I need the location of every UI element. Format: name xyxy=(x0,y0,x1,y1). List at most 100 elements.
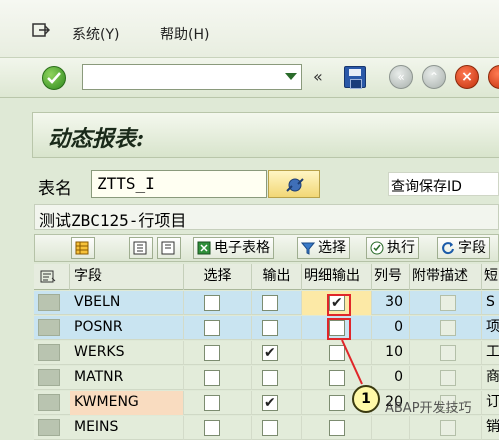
select-checkbox[interactable] xyxy=(204,320,220,336)
output-checkbox[interactable] xyxy=(262,420,278,436)
attach-desc-checkbox xyxy=(440,320,456,336)
table-row: WERKS 10 工 xyxy=(34,341,499,365)
output-checkbox[interactable] xyxy=(262,370,278,386)
field-button[interactable]: 字段 xyxy=(437,237,490,259)
chevron-down-icon[interactable] xyxy=(285,73,297,80)
output-cell xyxy=(252,291,302,315)
menu-bar: 系统(Y) 帮助(H) xyxy=(0,0,499,58)
select-checkbox[interactable] xyxy=(204,295,220,311)
refresh-icon xyxy=(442,242,454,255)
attach-desc-cell xyxy=(410,316,482,340)
short-desc-cell: 销 xyxy=(482,416,499,440)
output-cell xyxy=(252,391,302,415)
column-settings-icon[interactable] xyxy=(34,264,70,290)
layout-grid-button[interactable] xyxy=(71,237,95,259)
col-header-column-no[interactable]: 列号 xyxy=(372,264,410,290)
output-cell xyxy=(252,316,302,340)
select-checkbox[interactable] xyxy=(204,345,220,361)
spreadsheet-button[interactable]: 电子表格 xyxy=(193,237,274,259)
more-icon[interactable] xyxy=(488,65,499,89)
save-icon[interactable] xyxy=(344,66,366,89)
menu-system[interactable]: 系统(Y) xyxy=(72,24,119,44)
col-header-detail-output[interactable]: 明细输出 xyxy=(302,264,372,290)
excel-icon xyxy=(197,241,211,255)
back-icon[interactable]: « xyxy=(389,65,413,89)
table-toolbar: 电子表格 选择 执行 字段 xyxy=(34,234,499,262)
select-checkbox[interactable] xyxy=(204,395,220,411)
field-name-cell: MEINS xyxy=(70,416,184,440)
menu-help[interactable]: 帮助(H) xyxy=(160,24,209,44)
column-no-cell[interactable]: 0 xyxy=(372,366,410,390)
col-header-attach-desc[interactable]: 附带描述 xyxy=(410,264,482,290)
output-checkbox[interactable] xyxy=(262,320,278,336)
deselect-all-button[interactable] xyxy=(157,237,181,259)
short-desc-cell: 商 xyxy=(482,366,499,390)
column-no-cell[interactable]: 30 xyxy=(372,291,410,315)
grid-icon xyxy=(75,241,89,255)
short-desc-cell: 项 xyxy=(482,316,499,340)
menu-exit-icon[interactable] xyxy=(32,22,50,38)
select-all-icon xyxy=(133,241,147,255)
field-name-cell: WERKS xyxy=(70,341,184,365)
select-cell xyxy=(184,291,252,315)
short-desc-cell: 订 xyxy=(482,391,499,415)
table-row: VBELN 30 S xyxy=(34,291,499,315)
cancel-icon[interactable]: × xyxy=(455,65,479,89)
connector-icon xyxy=(286,178,304,192)
detail-output-checkbox[interactable] xyxy=(329,395,345,411)
table-description: 测试ZBC125-行项目 xyxy=(34,204,499,230)
col-header-field[interactable]: 字段 xyxy=(70,264,184,290)
field-name-cell: KWMENG xyxy=(70,391,184,415)
highlight-box-unchecked xyxy=(327,318,351,340)
output-checkbox[interactable] xyxy=(262,295,278,311)
output-checkbox[interactable] xyxy=(262,392,278,415)
table-header: 字段 选择 输出 明细输出 列号 附带描述 短 xyxy=(34,264,499,290)
execute-clock-icon xyxy=(370,241,384,255)
table-lookup-button[interactable] xyxy=(268,170,320,198)
detail-cell xyxy=(302,416,372,440)
highlight-box-checked xyxy=(327,294,351,316)
row-selector[interactable] xyxy=(38,344,60,361)
row-selector[interactable] xyxy=(38,369,60,386)
select-checkbox[interactable] xyxy=(204,420,220,436)
execute-button[interactable]: 执行 xyxy=(366,237,419,259)
column-no-cell[interactable]: 0 xyxy=(372,316,410,340)
col-header-select[interactable]: 选择 xyxy=(184,264,252,290)
table-name-label: 表名 xyxy=(38,179,72,199)
select-cell xyxy=(184,366,252,390)
col-header-short[interactable]: 短 xyxy=(482,264,499,290)
attach-desc-checkbox xyxy=(440,295,456,311)
select-button[interactable]: 选择 xyxy=(297,237,350,259)
row-selector[interactable] xyxy=(38,319,60,336)
field-name-cell: MATNR xyxy=(70,366,184,390)
column-no-cell[interactable]: 10 xyxy=(372,341,410,365)
exit-icon[interactable]: ⌃ xyxy=(422,65,446,89)
attach-desc-cell xyxy=(410,366,482,390)
double-chevron-left-icon[interactable]: « xyxy=(313,67,323,86)
callout-line xyxy=(341,339,363,385)
output-checkbox[interactable] xyxy=(262,342,278,365)
detail-output-checkbox[interactable] xyxy=(329,420,345,436)
row-selector[interactable] xyxy=(38,394,60,411)
table-row: POSNR 0 项 xyxy=(34,316,499,340)
row-selector[interactable] xyxy=(38,419,60,436)
field-name-cell: POSNR xyxy=(70,316,184,340)
select-cell xyxy=(184,341,252,365)
column-no-cell[interactable] xyxy=(372,416,410,440)
table-row: MEINS 销 xyxy=(34,416,499,440)
short-desc-cell: 工 xyxy=(482,341,499,365)
attach-desc-cell xyxy=(410,341,482,365)
col-header-output[interactable]: 输出 xyxy=(252,264,302,290)
filter-icon xyxy=(301,242,315,255)
attach-desc-checkbox xyxy=(440,370,456,386)
row-selector[interactable] xyxy=(38,294,60,311)
table-name-input[interactable]: ZTTS_I xyxy=(91,170,267,198)
command-field[interactable] xyxy=(82,64,302,90)
attach-desc-cell xyxy=(410,416,482,440)
enter-check-icon[interactable] xyxy=(42,66,66,90)
short-desc-cell: S xyxy=(482,291,499,315)
select-all-button[interactable] xyxy=(129,237,153,259)
select-checkbox[interactable] xyxy=(204,370,220,386)
standard-toolbar: « « ⌃ × xyxy=(0,58,499,98)
watermark: ABAP开发技巧 xyxy=(385,401,472,416)
